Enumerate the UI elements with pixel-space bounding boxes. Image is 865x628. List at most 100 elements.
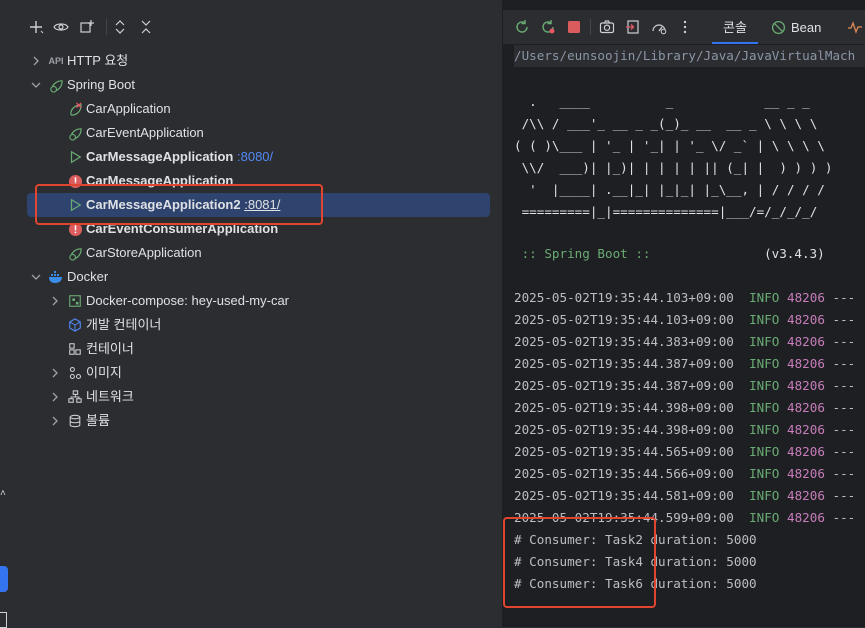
log-timestamp: 2025-05-02T19:35:44.565+09:00 bbox=[514, 444, 734, 459]
collapse-all-icon[interactable] bbox=[134, 10, 158, 44]
log-level: INFO bbox=[749, 488, 780, 503]
tree-item-label: CarMessageApplication bbox=[86, 149, 234, 164]
log-rest: --- bbox=[832, 510, 856, 525]
rerun-icon[interactable] bbox=[509, 10, 535, 44]
log-level: INFO bbox=[749, 466, 780, 481]
banner-line: ' |____| .__|_| |_|_| |_\__, | / / / / bbox=[514, 182, 825, 197]
tree-item-images[interactable]: 이미지 bbox=[16, 361, 502, 385]
volume-icon bbox=[67, 413, 83, 429]
log-rest: --- bbox=[832, 422, 856, 437]
spring-app-error-icon bbox=[67, 101, 83, 117]
chevron-right-icon[interactable] bbox=[47, 293, 63, 309]
tree-item-http-requests[interactable]: API HTTP 요청 bbox=[16, 49, 502, 73]
docker-compose-icon bbox=[67, 293, 83, 309]
log-timestamp: 2025-05-02T19:35:44.398+09:00 bbox=[514, 400, 734, 415]
tree-item-label: 개발 컨테이너 bbox=[86, 317, 162, 332]
tree-item-label: 볼륨 bbox=[86, 413, 110, 428]
chevron-right-icon[interactable] bbox=[47, 365, 63, 381]
tree-item-car-event-application[interactable]: CarEventApplication bbox=[16, 121, 502, 145]
log-timestamp: 2025-05-02T19:35:44.387+09:00 bbox=[514, 378, 734, 393]
tool-window-icon[interactable] bbox=[0, 566, 8, 592]
camera-icon[interactable] bbox=[594, 10, 620, 44]
tree-item-network[interactable]: 네트워크 bbox=[16, 385, 502, 409]
log-line: 2025-05-02T19:35:44.383+09:00 INFO 48206… bbox=[514, 331, 855, 353]
rerun-failed-icon[interactable] bbox=[535, 10, 561, 44]
log-line: 2025-05-02T19:35:44.398+09:00 INFO 48206… bbox=[514, 419, 855, 441]
chevron-down-icon[interactable] bbox=[28, 269, 44, 285]
tree-item-docker-compose[interactable]: Docker-compose: hey-used-my-car bbox=[16, 289, 502, 313]
tree-item-label: CarEventApplication bbox=[86, 125, 204, 140]
spring-app-icon bbox=[67, 245, 83, 261]
spring-boot-version-line: :: Spring Boot :: (v3.4.3) bbox=[514, 243, 825, 265]
log-pid: 48206 bbox=[787, 312, 825, 327]
port-link[interactable]: :8080/ bbox=[237, 149, 273, 164]
log-level: INFO bbox=[749, 378, 780, 393]
login-icon[interactable] bbox=[620, 10, 646, 44]
highlight-box bbox=[35, 184, 323, 225]
new-tab-icon[interactable] bbox=[75, 10, 99, 44]
log-rest: --- bbox=[832, 378, 856, 393]
log-rest: --- bbox=[832, 312, 856, 327]
tree-item-containers[interactable]: 컨테이너 bbox=[16, 337, 502, 361]
log-rest: --- bbox=[832, 334, 856, 349]
tab-label: 콘솔 bbox=[723, 19, 747, 35]
tree-item-label: HTTP 요청 bbox=[67, 53, 129, 68]
chevron-right-icon[interactable] bbox=[47, 389, 63, 405]
log-rest: --- bbox=[832, 400, 856, 415]
log-level: INFO bbox=[749, 290, 780, 305]
log-level: INFO bbox=[749, 400, 780, 415]
actuator-icon[interactable] bbox=[842, 10, 865, 44]
log-level: INFO bbox=[749, 422, 780, 437]
log-timestamp: 2025-05-02T19:35:44.383+09:00 bbox=[514, 334, 734, 349]
log-pid: 48206 bbox=[787, 290, 825, 305]
network-icon bbox=[67, 389, 83, 405]
spring-app-icon bbox=[67, 125, 83, 141]
tree-item-car-store-application[interactable]: CarStoreApplication bbox=[16, 241, 502, 265]
tab-console[interactable]: 콘솔 bbox=[712, 10, 758, 44]
tree-item-car-message-application[interactable]: CarMessageApplication :8080/ bbox=[16, 145, 502, 169]
tree-item-volumes[interactable]: 볼륨 bbox=[16, 409, 502, 433]
chevron-down-icon[interactable] bbox=[28, 77, 44, 93]
stop-icon[interactable] bbox=[561, 10, 587, 44]
tree-item-docker[interactable]: Docker bbox=[16, 265, 502, 289]
docker-icon bbox=[48, 269, 64, 285]
log-line: 2025-05-02T19:35:44.581+09:00 INFO 48206… bbox=[514, 485, 855, 507]
log-line: 2025-05-02T19:35:44.103+09:00 INFO 48206… bbox=[514, 309, 855, 331]
log-pid: 48206 bbox=[787, 466, 825, 481]
profiler-icon[interactable] bbox=[646, 10, 672, 44]
tool-window-strip: ˄ bbox=[0, 0, 17, 628]
chevron-up-icon[interactable]: ˄ bbox=[0, 488, 10, 500]
chevron-right-icon[interactable] bbox=[47, 413, 63, 429]
highlight-box bbox=[503, 517, 656, 608]
log-rest: --- bbox=[832, 444, 856, 459]
log-timestamp: 2025-05-02T19:35:44.566+09:00 bbox=[514, 466, 734, 481]
tree-item-label: CarStoreApplication bbox=[86, 245, 202, 260]
log-timestamp: 2025-05-02T19:35:44.398+09:00 bbox=[514, 422, 734, 437]
banner-line: \\/ ___)| |_)| | | | | || (_| | ) ) ) ) bbox=[514, 160, 833, 175]
log-pid: 48206 bbox=[787, 400, 825, 415]
eye-icon[interactable] bbox=[49, 10, 73, 44]
tree-item-label: Docker bbox=[67, 269, 109, 284]
more-icon[interactable] bbox=[672, 10, 698, 44]
add-service-icon[interactable] bbox=[24, 10, 48, 44]
tree-item-car-application[interactable]: CarApplication bbox=[16, 97, 502, 121]
run-icon bbox=[67, 149, 83, 165]
console-toolbar: 콘솔 Bean bbox=[503, 10, 865, 44]
expand-all-icon[interactable] bbox=[108, 10, 132, 44]
log-line: 2025-05-02T19:35:44.387+09:00 INFO 48206… bbox=[514, 375, 855, 397]
tree-item-label: 컨테이너 bbox=[86, 341, 134, 356]
tab-bean[interactable]: Bean bbox=[771, 10, 821, 44]
tree-item-dev-container[interactable]: 개발 컨테이너 bbox=[16, 313, 502, 337]
log-rest: --- bbox=[832, 290, 856, 305]
tool-window-icon[interactable] bbox=[0, 612, 7, 628]
spring-boot-icon bbox=[48, 77, 64, 93]
chevron-right-icon[interactable] bbox=[28, 53, 44, 69]
log-pid: 48206 bbox=[787, 356, 825, 371]
log-pid: 48206 bbox=[787, 488, 825, 503]
log-rest: --- bbox=[832, 466, 856, 481]
images-icon bbox=[67, 365, 83, 381]
tree-item-spring-boot[interactable]: Spring Boot bbox=[16, 73, 502, 97]
log-timestamp: 2025-05-02T19:35:44.387+09:00 bbox=[514, 356, 734, 371]
log-timestamp: 2025-05-02T19:35:44.103+09:00 bbox=[514, 312, 734, 327]
bean-icon bbox=[771, 20, 786, 35]
